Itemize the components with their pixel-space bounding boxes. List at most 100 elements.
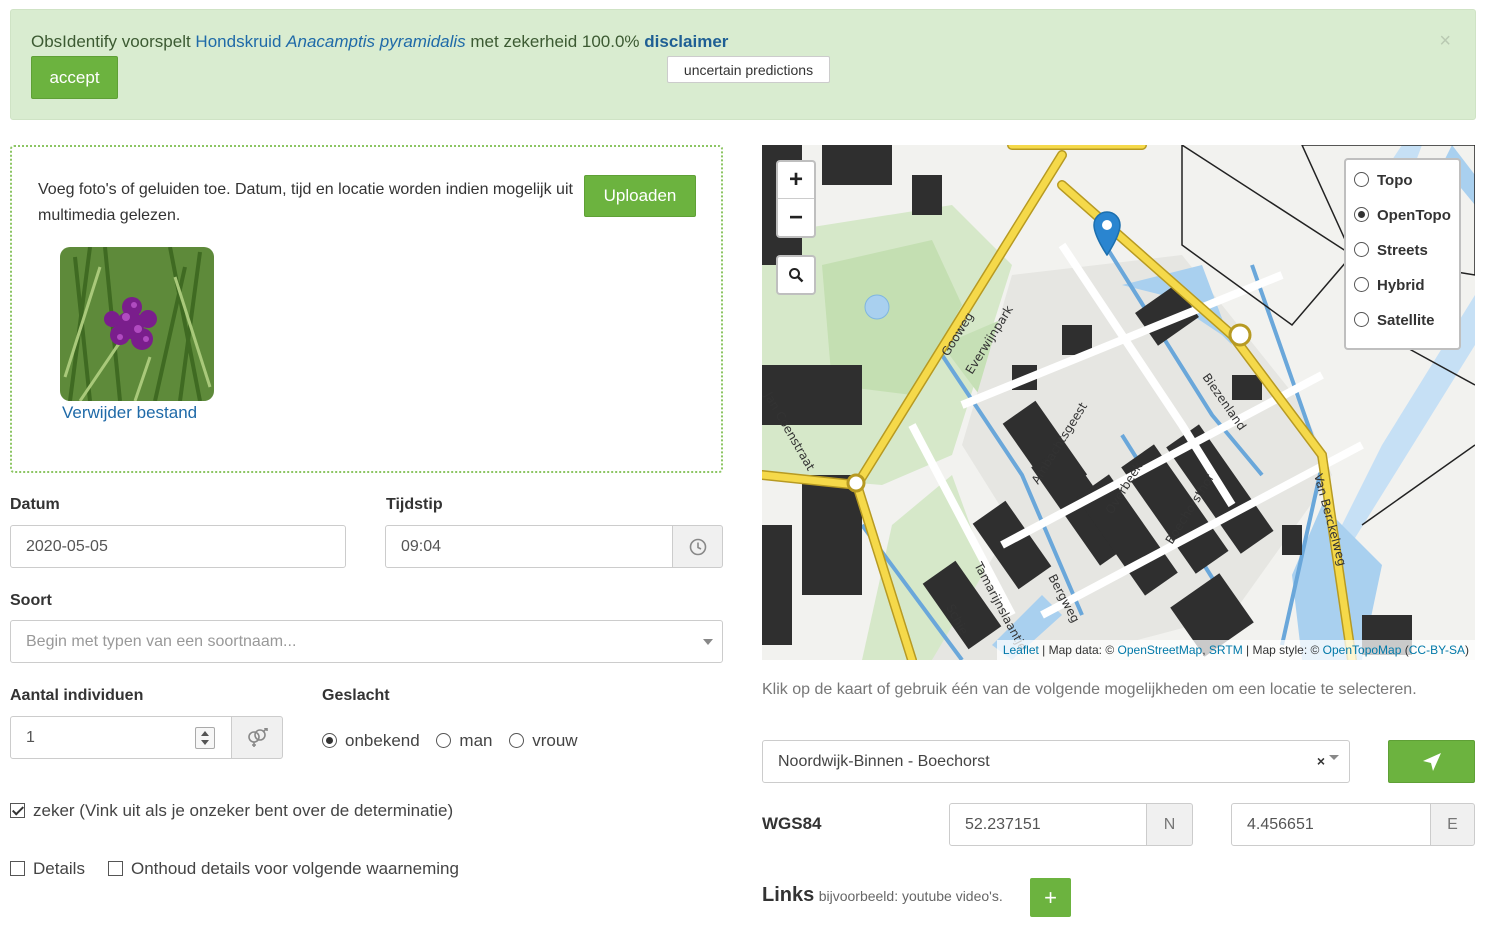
uncertain-predictions-button[interactable]: uncertain predictions (667, 56, 830, 83)
tijdstip-input[interactable]: 09:04 (385, 525, 675, 568)
radio-icon[interactable] (1354, 172, 1369, 187)
attribution-text: | Map data: © (1038, 643, 1118, 657)
wgs84-label: WGS84 (762, 814, 822, 833)
checkbox-icon[interactable] (108, 861, 123, 876)
aantal-value: 1 (26, 728, 35, 746)
opentopomap-link[interactable]: OpenTopoMap (1323, 643, 1402, 657)
radio-man[interactable]: man (436, 731, 493, 750)
details-label: Details (33, 859, 85, 878)
zoom-control: + − (776, 160, 816, 238)
stepper-up-icon[interactable] (201, 731, 209, 736)
add-link-button[interactable]: + (1030, 878, 1071, 917)
clear-icon[interactable]: × (1317, 753, 1325, 769)
details-checkbox[interactable]: Details (10, 859, 85, 879)
zeker-checkbox[interactable]: zeker (Vink uit als je onzeker bent over… (10, 801, 453, 821)
stepper-down-icon[interactable] (201, 740, 209, 745)
aantal-label: Aantal individuen (10, 687, 144, 704)
attribution-paren: ( (1401, 643, 1409, 657)
orchid-photo (60, 247, 214, 401)
soort-label: Soort (10, 592, 52, 609)
location-selected: Noordwijk-Binnen - Boechorst (778, 752, 990, 770)
longitude-unit: E (1430, 803, 1475, 846)
upload-instruction: Voeg foto's of geluiden toe. Datum, tijd… (38, 181, 573, 224)
prediction-certainty: met zekerheid 100.0% (465, 32, 645, 51)
radio-icon-checked[interactable] (1354, 207, 1369, 222)
radio-icon[interactable] (509, 733, 525, 748)
species-latin-link[interactable]: Anacamptis pyramidalis (286, 32, 466, 51)
layer-label: Satellite (1377, 312, 1435, 329)
radio-icon[interactable] (1354, 242, 1369, 257)
zoom-out-button[interactable]: − (778, 199, 814, 236)
geolocate-button[interactable] (1388, 740, 1475, 783)
photo-thumbnail[interactable] (60, 247, 214, 401)
radio-man-label: man (459, 731, 493, 750)
links-hint: bijvoorbeeld: youtube video's. (818, 888, 1003, 904)
map-attribution: Leaflet | Map data: © OpenStreetMap, SRT… (996, 640, 1475, 660)
chevron-down-icon (703, 639, 713, 645)
radio-vrouw[interactable]: vrouw (509, 731, 578, 750)
layer-option-streets[interactable]: Streets (1354, 242, 1459, 277)
radio-icon[interactable] (1354, 277, 1369, 292)
remove-file-link[interactable]: Verwijder bestand (62, 403, 197, 423)
disclaimer-link[interactable]: disclaimer (644, 32, 728, 51)
osm-link[interactable]: OpenStreetMap (1118, 643, 1203, 657)
tijdstip-label: Tijdstip (386, 496, 443, 513)
attribution-sep: , (1202, 643, 1209, 657)
soort-select[interactable]: Begin met typen van een soortnaam... (10, 620, 723, 663)
aantal-input[interactable]: 1 (10, 716, 232, 759)
onthoud-checkbox[interactable]: Onthoud details voor volgende waarneming (108, 859, 459, 879)
upload-dropzone[interactable]: Voeg foto's of geluiden toe. Datum, tijd… (10, 145, 723, 473)
latitude-input[interactable]: 52.237151 (949, 803, 1149, 846)
prediction-message: ObsIdentify voorspelt Hondskruid Anacamp… (31, 32, 728, 52)
upload-button[interactable]: Uploaden (584, 175, 696, 217)
datum-input[interactable]: 2020-05-05 (10, 525, 346, 568)
soort-placeholder: Begin met typen van een soortnaam... (26, 632, 297, 650)
layer-label: Streets (1377, 242, 1428, 259)
layer-option-topo[interactable]: Topo (1354, 172, 1459, 207)
attribution-text: | Map style: © (1242, 643, 1323, 657)
clock-icon[interactable] (672, 525, 723, 568)
gender-icon[interactable] (231, 716, 283, 759)
radio-icon-checked[interactable] (322, 733, 337, 748)
leaflet-link[interactable]: Leaflet (1003, 643, 1039, 657)
layer-option-satellite[interactable]: Satellite (1354, 312, 1459, 347)
checkbox-icon[interactable] (10, 861, 25, 876)
map-marker-icon[interactable] (1092, 210, 1122, 256)
radio-vrouw-label: vrouw (532, 731, 578, 750)
datum-label: Datum (10, 496, 60, 513)
links-title: Links (762, 884, 815, 906)
onthoud-label: Onthoud details voor volgende waarneming (131, 859, 459, 878)
layer-label: Hybrid (1377, 277, 1425, 294)
layer-label: Topo (1377, 172, 1413, 189)
layer-option-opentopo[interactable]: OpenTopo (1354, 207, 1459, 242)
prediction-prefix: ObsIdentify voorspelt (31, 32, 196, 51)
radio-icon[interactable] (1354, 312, 1369, 327)
links-header: Links bijvoorbeeld: youtube video's. (762, 884, 1003, 907)
latitude-unit: N (1146, 803, 1193, 846)
species-common-link[interactable]: Hondskruid (195, 32, 281, 51)
map[interactable]: Everwijnpark Gooweg Ambachtsgeest Biezen… (762, 145, 1475, 660)
layer-option-hybrid[interactable]: Hybrid (1354, 277, 1459, 312)
license-link[interactable]: CC-BY-SA (1409, 643, 1465, 657)
geslacht-radio-group: onbekend man vrouw (322, 731, 578, 751)
chevron-down-icon (1329, 755, 1339, 760)
layer-switcher: Topo OpenTopo Streets Hybrid Satellite (1344, 158, 1461, 350)
radio-onbekend[interactable]: onbekend (322, 731, 420, 750)
location-help-text: Klik op de kaart of gebruik één van de v… (762, 681, 1417, 698)
radio-onbekend-label: onbekend (345, 731, 420, 750)
longitude-input[interactable]: 4.456651 (1231, 803, 1433, 846)
quantity-stepper[interactable] (195, 727, 215, 749)
layer-label: OpenTopo (1377, 207, 1451, 224)
srtm-link[interactable]: SRTM (1209, 643, 1243, 657)
zoom-in-button[interactable]: + (778, 162, 814, 199)
location-select[interactable]: Noordwijk-Binnen - Boechorst × (762, 740, 1350, 783)
map-search-icon[interactable] (776, 255, 816, 295)
zeker-label: zeker (Vink uit als je onzeker bent over… (33, 801, 454, 820)
checkbox-checked-icon[interactable] (10, 803, 25, 818)
radio-icon[interactable] (436, 733, 452, 748)
accept-button[interactable]: accept (31, 56, 118, 99)
close-icon[interactable]: × (1439, 30, 1451, 53)
prediction-banner: ObsIdentify voorspelt Hondskruid Anacamp… (10, 9, 1476, 120)
attribution-paren: ) (1465, 643, 1469, 657)
geslacht-label: Geslacht (322, 687, 390, 704)
